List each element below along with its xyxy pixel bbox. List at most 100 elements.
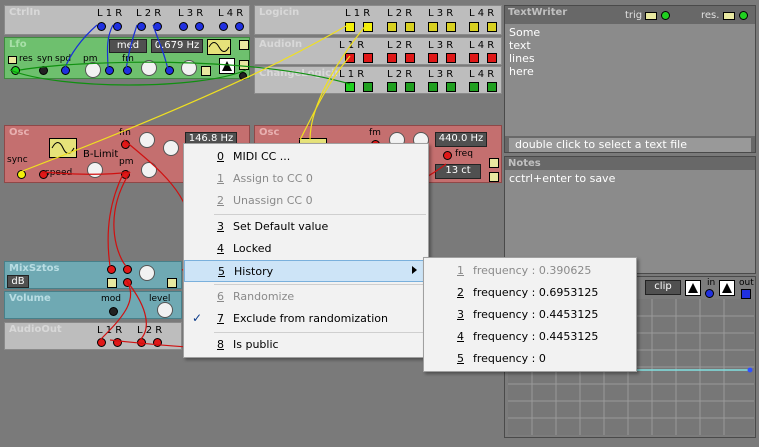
triangle-button[interactable] (719, 280, 735, 296)
changelogicin-module[interactable]: ChangeLogicin L 1 R L 2 R L 3 R L 4 R (254, 66, 502, 94)
level-knob[interactable] (139, 265, 155, 281)
menu-item-midi-cc[interactable]: 0 MIDI CC ... (184, 146, 428, 168)
toggle-button[interactable] (239, 40, 249, 50)
output-port[interactable] (235, 22, 244, 31)
speed-port[interactable] (61, 66, 70, 75)
output-port[interactable] (195, 22, 204, 31)
input-port[interactable] (107, 265, 116, 274)
output-port[interactable] (446, 53, 456, 63)
toggle-button[interactable] (167, 278, 177, 288)
unit-display[interactable]: dB (7, 275, 29, 288)
menu-item-exclude-randomization[interactable]: ✓ 7 Exclude from randomization (184, 308, 428, 330)
lfo-frequency-display[interactable]: 0.679 Hz (151, 39, 203, 53)
output-port[interactable] (123, 278, 132, 287)
output-port[interactable] (405, 22, 415, 32)
sync-port[interactable] (17, 170, 26, 179)
fm-knob[interactable] (141, 60, 157, 76)
speed-port[interactable] (39, 170, 48, 179)
output-port[interactable] (487, 82, 497, 92)
output-port[interactable] (387, 53, 397, 63)
reset-button[interactable] (8, 56, 17, 64)
level-knob[interactable] (181, 60, 197, 76)
mode-button[interactable] (219, 58, 235, 74)
history-submenu[interactable]: 1 frequency : 0.390625 2 frequency : 0.6… (423, 257, 637, 372)
output-port[interactable] (345, 53, 355, 63)
output-port[interactable] (428, 53, 438, 63)
menu-item-assign-cc[interactable]: 1 Assign to CC 0 (184, 168, 428, 190)
menu-item-is-public[interactable]: 8 Is public (184, 334, 428, 356)
ctrlin-module[interactable]: CtrlIn L 1 R L 2 R L 3 R L 4 R (4, 5, 250, 35)
output-port[interactable] (487, 53, 497, 63)
fm-knob[interactable] (139, 132, 155, 148)
output-port[interactable] (239, 72, 247, 80)
text-lines-area[interactable]: Some text lines here (505, 24, 755, 136)
output-port[interactable] (446, 22, 456, 32)
output-port[interactable] (219, 22, 228, 31)
cents-display[interactable]: 13 ct (435, 164, 481, 179)
osc-frequency-display[interactable]: 440.0 Hz (435, 132, 487, 147)
output-port[interactable] (469, 22, 479, 32)
out-port[interactable] (741, 289, 751, 299)
output-port[interactable] (428, 22, 438, 32)
res-indicator[interactable] (723, 12, 735, 20)
output-port[interactable] (387, 22, 397, 32)
res-port[interactable] (739, 11, 748, 20)
output-port[interactable] (405, 82, 415, 92)
pm-knob[interactable] (141, 162, 157, 178)
history-item[interactable]: 5 frequency : 0 (424, 348, 636, 370)
fm-port-2[interactable] (165, 66, 174, 75)
output-port[interactable] (153, 22, 162, 31)
input-port[interactable] (97, 338, 106, 347)
output-port[interactable] (469, 82, 479, 92)
output-port[interactable] (428, 82, 438, 92)
volume-module[interactable]: Volume mod level (4, 291, 182, 319)
audioin-module[interactable]: AudioIn L 1 R L 2 R L 3 R L 4 R (254, 37, 502, 65)
menu-item-randomize[interactable]: 6 Randomize (184, 286, 428, 308)
parameter-context-menu[interactable]: 0 MIDI CC ... 1 Assign to CC 0 2 Unassig… (183, 143, 429, 358)
output-port[interactable] (469, 53, 479, 63)
output-port[interactable] (97, 22, 106, 31)
input-port[interactable] (123, 265, 132, 274)
menu-item-set-default[interactable]: 3 Set Default value (184, 216, 428, 238)
output-port[interactable] (11, 66, 20, 75)
waveform-selector[interactable] (49, 138, 77, 158)
level-knob[interactable] (157, 302, 173, 318)
toggle-button[interactable] (489, 172, 499, 182)
input-port[interactable] (137, 338, 146, 347)
input-port[interactable] (153, 338, 162, 347)
toggle-button[interactable] (201, 66, 211, 76)
waveform-selector[interactable] (207, 39, 231, 55)
output-port[interactable] (405, 53, 415, 63)
pm-port[interactable] (105, 66, 114, 75)
select-file-hint[interactable]: double click to select a text file (509, 138, 751, 152)
output-port[interactable] (137, 22, 146, 31)
menu-item-unassign-cc[interactable]: 2 Unassign CC 0 (184, 190, 428, 212)
menu-item-locked[interactable]: 4 Locked (184, 238, 428, 260)
output-port[interactable] (446, 82, 456, 92)
input-port[interactable] (113, 338, 122, 347)
lfo-shape-display[interactable]: med (109, 39, 147, 53)
pm-port[interactable] (121, 170, 130, 179)
triangle-button[interactable] (685, 280, 701, 296)
frequency-knob[interactable] (163, 140, 179, 156)
history-item[interactable]: 2 frequency : 0.6953125 (424, 282, 636, 304)
in-port[interactable] (705, 289, 714, 298)
sync-port[interactable] (39, 66, 48, 75)
trig-indicator[interactable] (645, 12, 657, 20)
toggle-button[interactable] (239, 60, 249, 70)
fm-port[interactable] (121, 140, 130, 149)
menu-item-history[interactable]: 5 History (184, 260, 428, 282)
output-port[interactable] (363, 22, 373, 32)
output-port[interactable] (387, 82, 397, 92)
output-port[interactable] (363, 82, 373, 92)
output-port[interactable] (179, 22, 188, 31)
logicin-module[interactable]: Logicin L 1 R L 2 R L 3 R L 4 R (254, 5, 502, 35)
mixsztos-module[interactable]: MixSztos dB (4, 261, 182, 289)
pm-knob[interactable] (85, 62, 101, 78)
clip-button[interactable]: clip (645, 280, 681, 295)
freq-port[interactable] (443, 151, 452, 160)
history-item[interactable]: 1 frequency : 0.390625 (424, 260, 636, 282)
trig-port[interactable] (661, 11, 670, 20)
toggle-button[interactable] (489, 158, 499, 168)
fm-port[interactable] (123, 66, 132, 75)
